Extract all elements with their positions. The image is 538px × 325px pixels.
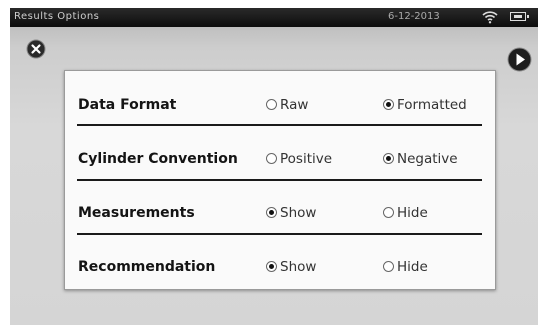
radio-indicator	[266, 207, 277, 218]
option-label: Recommendation	[78, 259, 216, 275]
wifi-icon	[482, 11, 498, 24]
results-options-panel: Data Format Raw Formatted Cylinder Conve…	[64, 70, 496, 290]
radio-indicator	[266, 153, 277, 164]
option-label: Cylinder Convention	[78, 151, 238, 167]
radio-recommendation-hide[interactable]: Hide	[383, 259, 428, 275]
radio-recommendation-show[interactable]: Show	[266, 259, 316, 275]
option-row-measurements: Measurements Show Hide	[65, 189, 495, 239]
device-screen: Results Options 6-12-2013 Data Format Ra…	[10, 8, 538, 325]
radio-indicator	[266, 99, 277, 110]
screen-title: Results Options	[14, 11, 100, 22]
divider	[77, 124, 482, 126]
battery-icon	[510, 12, 529, 21]
radio-indicator	[383, 207, 394, 218]
divider	[77, 233, 482, 235]
option-label: Data Format	[78, 97, 177, 113]
option-label: Measurements	[78, 205, 195, 221]
option-row-recommendation: Recommendation Show Hide	[65, 243, 495, 293]
radio-indicator	[266, 261, 277, 272]
radio-formatted[interactable]: Formatted	[383, 97, 467, 113]
radio-indicator	[383, 261, 394, 272]
radio-raw[interactable]: Raw	[266, 97, 308, 113]
status-date: 6-12-2013	[388, 11, 440, 22]
option-row-cylinder-convention: Cylinder Convention Positive Negative	[65, 135, 495, 185]
close-icon[interactable]	[26, 39, 46, 59]
radio-positive[interactable]: Positive	[266, 151, 332, 167]
radio-indicator	[383, 99, 394, 110]
next-arrow-icon[interactable]	[507, 47, 532, 72]
radio-measurements-hide[interactable]: Hide	[383, 205, 428, 221]
status-bar: Results Options 6-12-2013	[10, 8, 538, 27]
radio-negative[interactable]: Negative	[383, 151, 458, 167]
radio-measurements-show[interactable]: Show	[266, 205, 316, 221]
divider	[77, 179, 482, 181]
radio-indicator	[383, 153, 394, 164]
